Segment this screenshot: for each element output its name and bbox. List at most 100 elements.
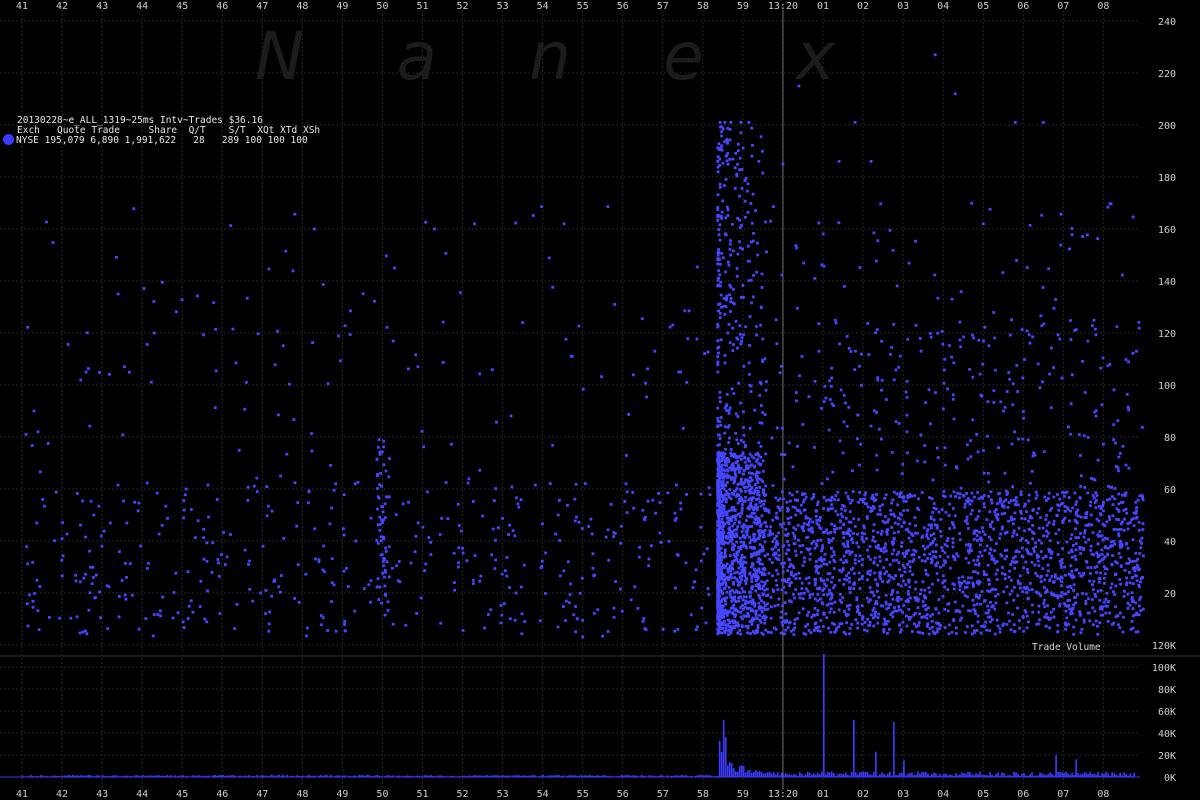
scatter-point	[1122, 615, 1125, 619]
scatter-point	[784, 533, 787, 537]
scatter-point	[893, 606, 896, 609]
scatter-point	[558, 574, 562, 578]
scatter-point	[1113, 527, 1117, 531]
scatter-point	[893, 521, 897, 525]
scatter-point	[974, 518, 978, 521]
scatter-point	[919, 433, 923, 437]
scatter-point	[792, 542, 796, 545]
scatter-point	[807, 610, 811, 614]
scatter-point	[790, 600, 793, 604]
scatter-point	[1071, 544, 1075, 547]
scatter-point	[685, 381, 689, 384]
scatter-point	[116, 483, 120, 487]
scatter-point	[1066, 599, 1070, 602]
scatter-point	[848, 603, 852, 607]
scatter-point	[951, 393, 955, 397]
scatter-point	[965, 492, 969, 495]
scatter-point	[720, 613, 724, 617]
scatter-point	[834, 494, 838, 497]
scatter-point	[145, 343, 149, 346]
scatter-point	[1084, 540, 1088, 544]
scatter-point	[778, 371, 782, 375]
scatter-point	[886, 631, 889, 635]
scatter-point	[818, 629, 822, 633]
volume-bar	[722, 719, 725, 777]
scatter-point	[384, 550, 388, 553]
scatter-point	[1136, 566, 1140, 570]
scatter-point	[972, 495, 976, 499]
scatter-point	[727, 263, 731, 267]
scatter-point	[114, 255, 118, 259]
scatter-point	[958, 588, 962, 592]
scatter-point	[786, 532, 790, 536]
scatter-point	[718, 396, 722, 400]
scatter-point	[1049, 556, 1053, 560]
scatter-point	[1052, 306, 1056, 310]
scatter-point	[905, 430, 909, 434]
scatter-point	[750, 546, 754, 550]
scatter-point	[976, 450, 980, 454]
scatter-point	[1050, 574, 1054, 578]
scatter-point	[730, 476, 734, 480]
scatter-point	[740, 503, 744, 506]
scatter-point	[1041, 380, 1044, 384]
scatter-point	[786, 548, 789, 552]
scatter-point	[716, 590, 720, 594]
scatter-point	[760, 631, 764, 635]
scatter-point	[641, 508, 645, 512]
scatter-point	[776, 588, 780, 592]
scatter-point	[763, 521, 767, 525]
scatter-point	[580, 527, 584, 530]
scatter-point	[384, 254, 388, 258]
scatter-point	[755, 475, 759, 479]
scatter-point	[858, 587, 862, 590]
scatter-point	[824, 396, 828, 400]
scatter-point	[1076, 593, 1079, 596]
scatter-point	[186, 617, 190, 620]
scatter-point	[932, 502, 936, 505]
scatter-point	[745, 464, 749, 467]
scatter-point	[517, 505, 521, 509]
scatter-point	[844, 401, 847, 405]
scatter-point	[728, 406, 732, 410]
scatter-point	[1009, 515, 1013, 519]
scatter-point	[189, 599, 193, 603]
scatter-point	[1021, 616, 1025, 619]
scatter-point	[719, 423, 723, 427]
scatter-point	[1069, 564, 1073, 568]
scatter-point	[1108, 518, 1112, 521]
scatter-point	[894, 420, 898, 424]
scatter-point	[235, 603, 239, 606]
scatter-point	[772, 553, 775, 557]
scatter-point	[939, 623, 942, 627]
scatter-point	[1025, 626, 1029, 630]
scatter-point	[725, 481, 729, 484]
scatter-point	[726, 331, 730, 335]
scatter-point	[966, 497, 970, 501]
scatter-point	[478, 579, 482, 583]
scatter-point	[990, 588, 994, 592]
scatter-point	[762, 535, 766, 538]
scatter-point	[544, 592, 547, 595]
scatter-point	[1136, 557, 1140, 561]
scatter-point	[834, 321, 838, 325]
scatter-point	[1088, 504, 1092, 508]
scatter-point	[757, 557, 761, 561]
scatter-point	[745, 485, 749, 489]
scatter-point	[174, 571, 178, 575]
scatter-point	[1034, 541, 1037, 545]
scatter-point	[117, 594, 121, 598]
scatter-point	[842, 610, 846, 613]
scatter-point	[747, 279, 751, 283]
scatter-point	[732, 392, 736, 395]
scatter-point	[921, 600, 925, 603]
scatter-point	[970, 632, 974, 636]
scatter-point	[723, 631, 727, 634]
scatter-point	[882, 546, 886, 550]
scatter-point	[751, 295, 755, 299]
scatter-point	[728, 621, 732, 625]
scatter-point	[723, 587, 726, 590]
scatter-point	[790, 570, 793, 574]
scatter-point	[728, 247, 732, 251]
scatter-point	[1139, 595, 1143, 599]
